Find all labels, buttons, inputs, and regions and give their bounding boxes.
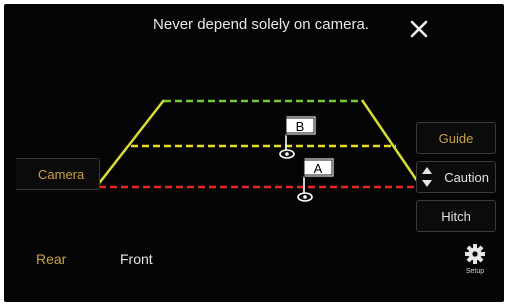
setup-label: Setup	[465, 268, 485, 275]
hitch-button[interactable]: Hitch	[416, 200, 496, 232]
guide-button-label: Guide	[438, 130, 474, 146]
close-icon[interactable]	[406, 16, 432, 42]
caution-button-label: Caution	[444, 169, 489, 185]
guide-button[interactable]: Guide	[416, 122, 496, 154]
tab-front[interactable]: Front	[120, 251, 153, 267]
guide-line-right	[360, 99, 424, 189]
gear-icon	[465, 244, 485, 264]
up-down-arrows-icon[interactable]	[420, 165, 434, 189]
guide-line-left	[96, 99, 165, 187]
marker-a-label: A	[314, 161, 323, 176]
tab-rear[interactable]: Rear	[36, 251, 66, 267]
setup-button[interactable]: Setup	[456, 242, 494, 280]
camera-button[interactable]: Camera	[16, 158, 100, 190]
hitch-button-label: Hitch	[441, 208, 471, 224]
camera-screen: B A Never depend solely on camera. Camer…	[4, 4, 504, 302]
marker-b-label: B	[296, 119, 305, 134]
camera-button-label: Camera	[38, 166, 85, 182]
